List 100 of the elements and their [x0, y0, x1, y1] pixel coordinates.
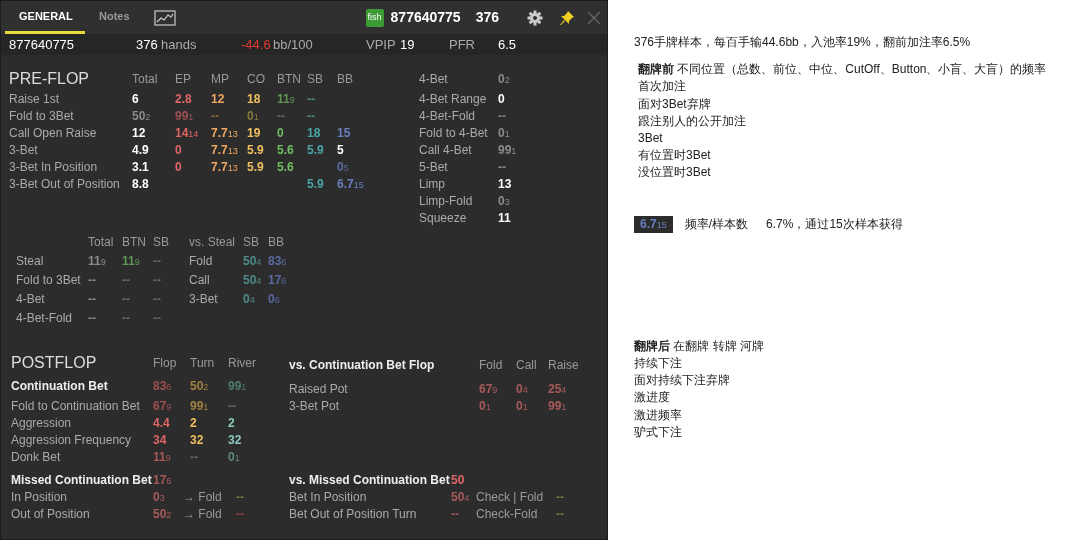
section-title: PRE-FLOP: [9, 69, 89, 87]
stat-value: --: [153, 254, 161, 268]
section-title: vs. Continuation Bet Flop: [289, 358, 435, 372]
stat-value: 4.4: [153, 416, 170, 430]
column-header: MP: [211, 71, 229, 86]
stat-value: 5.9: [247, 143, 264, 157]
row-label: Steal: [16, 254, 44, 268]
row-label: Fold to 4-Bet: [419, 126, 488, 140]
stat-value: --: [88, 292, 96, 306]
row-label: Squeeze: [419, 211, 467, 225]
stat-value: --: [307, 92, 315, 106]
stat-value: 5.9: [307, 177, 324, 191]
column-header: Call: [516, 358, 537, 372]
row-label: Out of Position: [11, 507, 90, 521]
row-label: Fold to 3Bet: [9, 109, 74, 123]
stat-value: 6: [132, 92, 139, 106]
stat-value: --: [153, 292, 161, 306]
hands-label: hands: [161, 37, 197, 52]
stat-value: --: [122, 273, 130, 287]
stat-value: --: [153, 311, 161, 325]
row-label: 4-Bet: [16, 292, 45, 306]
row-label: Fold to Continuation Bet: [11, 399, 140, 413]
column-header: BB: [268, 235, 284, 249]
stat-value: --: [556, 490, 564, 504]
row-label: Bet Out of Position Turn: [289, 507, 417, 521]
stat-value: 19: [247, 126, 261, 140]
chart-icon[interactable]: [153, 9, 176, 26]
pin-icon[interactable]: [559, 9, 575, 26]
row-label: Limp-Fold: [419, 194, 473, 208]
action-label: Check-Fold: [476, 507, 538, 521]
column-header: BB: [337, 71, 353, 86]
player-tag: fish: [365, 8, 384, 27]
winrate-unit: bb/100: [273, 37, 313, 52]
row-label: 3-Bet Out of Position: [9, 177, 120, 191]
stat-value: 2.8: [175, 92, 192, 106]
note-line: 面对3Bet弃牌: [637, 95, 712, 113]
stat-value: --: [236, 490, 244, 504]
stat-value: --: [88, 311, 96, 325]
stat-value: 12: [132, 126, 146, 140]
column-header: CO: [247, 71, 265, 86]
action-label: → Fold: [183, 490, 222, 504]
row-label: Raise 1st: [9, 92, 60, 106]
stat-value: 5: [337, 143, 344, 157]
row-label: 5-Bet: [419, 160, 448, 174]
column-header: BTN: [277, 71, 301, 86]
row-label: Continuation Bet: [11, 378, 108, 393]
column-header: River: [228, 355, 256, 370]
column-header: Total: [132, 71, 158, 86]
stat-value: 5.9: [307, 143, 324, 157]
row-label: Call Open Raise: [9, 126, 97, 140]
stat-value: --: [498, 160, 506, 174]
vpip-value: 19: [400, 37, 415, 52]
row-label: Donk Bet: [11, 450, 61, 464]
row-label: Raised Pot: [289, 382, 348, 396]
legend-text: 6.7%，通过15次样本获得: [766, 215, 903, 233]
action-label: Check | Fold: [476, 490, 544, 504]
tab[interactable]: Notes: [85, 1, 144, 34]
row-label: 3-Bet In Position: [9, 160, 98, 174]
settings-icon[interactable]: [527, 9, 543, 26]
stat-value: 15: [337, 126, 351, 140]
hand-count: 376: [136, 37, 158, 52]
player-name: 877640775: [9, 37, 75, 52]
stat-value: 11: [498, 211, 511, 225]
stat-value: --: [307, 109, 315, 123]
stat-value: 0: [175, 143, 182, 157]
stat-value: 18: [307, 126, 321, 140]
row-label: Limp: [419, 177, 445, 191]
column-header: EP: [175, 71, 191, 86]
column-header: Turn: [190, 355, 215, 370]
row-label: In Position: [11, 490, 68, 504]
stat-value: 34: [153, 433, 167, 447]
player-name: 877640775: [390, 9, 461, 26]
stat-value: --: [451, 507, 459, 521]
notes-heading: 翻牌后 在翻牌 转牌 河牌: [634, 337, 765, 355]
stat-value: --: [122, 311, 130, 325]
row-label: Bet In Position: [289, 490, 367, 504]
column-header: BTN: [122, 235, 146, 249]
stat-value: --: [228, 399, 236, 413]
row-label: 4-Bet: [419, 71, 448, 86]
stat-value: --: [88, 273, 96, 287]
action-label: → Fold: [183, 507, 222, 521]
stat-value: 50: [451, 473, 465, 487]
stat-value: --: [122, 292, 130, 306]
column-header: SB: [153, 235, 169, 249]
stat-value: 8.8: [132, 177, 149, 191]
column-header: SB: [307, 71, 323, 86]
stat-value: --: [153, 273, 161, 287]
stat-value: 5.6: [277, 143, 294, 157]
row-label: 3-Bet: [189, 292, 218, 306]
stat-value: 4.9: [132, 143, 149, 157]
row-label: Fold: [189, 254, 213, 268]
row-label: 4-Bet-Fold: [419, 109, 476, 123]
row-label: 3-Bet Pot: [289, 399, 340, 413]
note-line: 首次加注: [637, 78, 687, 96]
winrate-value: -44.6: [241, 37, 272, 52]
row-label: Call 4-Bet: [419, 143, 472, 157]
pfr-value: 6.5: [498, 37, 517, 52]
section-title: vs. Missed Continuation Bet: [289, 473, 450, 487]
stat-value: 12: [211, 92, 225, 106]
stat-value: --: [498, 109, 506, 123]
